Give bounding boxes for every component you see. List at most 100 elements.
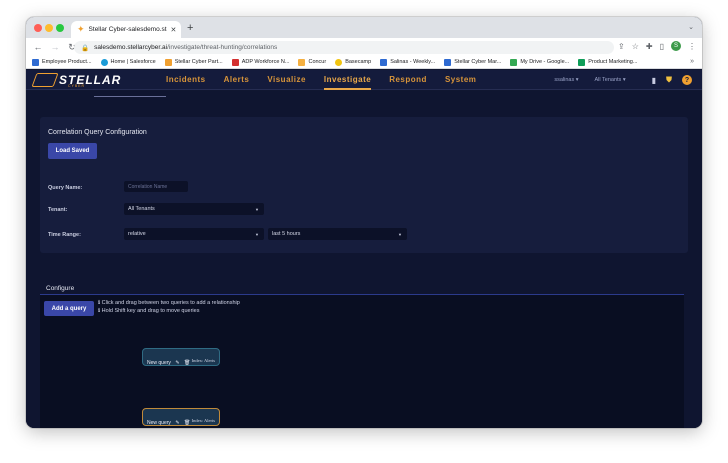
tab-strip: ✦ Stellar Cyber-salesdemo.stella ✕ + ⌄ bbox=[26, 17, 702, 38]
bookmark-item[interactable]: Salinas - Weekly... bbox=[380, 58, 436, 66]
url-path: /investigate/threat-hunting/correlations bbox=[167, 44, 278, 51]
salesforce-cloud-icon bbox=[100, 58, 108, 66]
logo-subtext: CYBER bbox=[68, 84, 86, 88]
bookmark-label: Basecamp bbox=[345, 59, 372, 65]
sidebar-icon[interactable]: ▯ bbox=[660, 42, 664, 51]
bookmark-label: My Drive - Google... bbox=[520, 59, 570, 65]
tenant-select[interactable]: All Tenants ▾ bbox=[595, 77, 626, 83]
bookmark-item[interactable]: Employee Product... bbox=[32, 58, 92, 66]
time-range-type-select[interactable]: relative ▼ bbox=[124, 228, 264, 240]
concur-icon bbox=[298, 58, 306, 66]
badge-icon[interactable]: ⛊ bbox=[666, 75, 672, 85]
browser-menu-icon[interactable]: ⋮ bbox=[688, 42, 696, 51]
main-content: Correlation Query Configuration Load Sav… bbox=[26, 91, 702, 428]
query-name-input[interactable]: Correlation Name bbox=[124, 181, 188, 192]
bookmarks-bar: Employee Product... Home | Salesforce St… bbox=[26, 56, 702, 69]
bookmark-label: Salinas - Weekly... bbox=[390, 59, 436, 65]
extensions-puzzle-icon[interactable]: ✚ bbox=[646, 42, 653, 51]
tab-title: Stellar Cyber-salesdemo.stella bbox=[88, 26, 167, 33]
document-icon bbox=[380, 58, 388, 66]
bookmark-item[interactable]: Product Marketing... bbox=[578, 58, 638, 66]
delete-icon[interactable]: 🗑 bbox=[184, 360, 190, 366]
tenant-select[interactable]: All Tenants ▼ bbox=[124, 203, 264, 215]
query-node-title: New query bbox=[147, 360, 171, 366]
bookmark-label: Concur bbox=[308, 59, 327, 65]
bookmark-item[interactable]: ADP Workforce N... bbox=[231, 58, 290, 66]
panel-title: Correlation Query Configuration bbox=[48, 129, 147, 136]
menu-respond[interactable]: Respond bbox=[389, 70, 427, 90]
menu-alerts[interactable]: Alerts bbox=[224, 70, 250, 90]
navbar-right: ssalinas ▾ All Tenants ▾ ▮ ⛊ ? bbox=[554, 70, 692, 90]
bookmark-label: ADP Workforce N... bbox=[241, 59, 290, 65]
app-navbar: STELLAR CYBER Incidents Alerts Visualize… bbox=[26, 70, 702, 90]
close-window-button[interactable] bbox=[34, 24, 42, 32]
caret-down-icon: ▼ bbox=[398, 231, 402, 237]
share-icon[interactable]: ⇪ bbox=[618, 42, 625, 51]
main-menu: Incidents Alerts Visualize Investigate R… bbox=[166, 70, 494, 90]
caret-down-icon: ▼ bbox=[255, 231, 259, 237]
bookmark-icon[interactable]: ▮ bbox=[652, 76, 656, 85]
menu-system[interactable]: System bbox=[445, 70, 476, 90]
bookmark-label: Product Marketing... bbox=[588, 59, 638, 65]
edit-icon[interactable]: ✎ bbox=[175, 420, 179, 426]
help-icon[interactable]: ? bbox=[682, 75, 692, 85]
menu-investigate[interactable]: Investigate bbox=[323, 70, 372, 90]
bookmark-favicon-icon bbox=[32, 58, 39, 66]
query-node-index: Index: Alerts bbox=[191, 358, 215, 363]
query-name-label: Query Name: bbox=[48, 185, 83, 191]
load-saved-button[interactable]: Load Saved bbox=[48, 143, 97, 159]
bookmark-label: Employee Product... bbox=[42, 59, 92, 65]
adp-icon bbox=[231, 58, 239, 66]
delete-icon[interactable]: 🗑 bbox=[184, 420, 190, 426]
bookmark-item[interactable]: Stellar Cyber Mar... bbox=[444, 58, 501, 66]
canvas-tabs: Configure bbox=[40, 277, 81, 297]
hint-relationship: ℹ Click and drag between two queries to … bbox=[98, 300, 240, 306]
close-tab-icon[interactable]: ✕ bbox=[171, 26, 177, 34]
forward-arrow-icon[interactable]: → bbox=[50, 42, 60, 52]
tenant-label: Tenant: bbox=[48, 207, 68, 213]
bookmark-item[interactable]: Home | Salesforce bbox=[100, 58, 156, 66]
time-range-period-value: last 5 hours bbox=[272, 231, 301, 237]
hint-move: ℹ Hold Shift key and drag to move querie… bbox=[98, 308, 200, 314]
logo-mark-icon bbox=[31, 73, 59, 87]
correlation-config-panel: Correlation Query Configuration Load Sav… bbox=[40, 117, 688, 253]
menu-visualize[interactable]: Visualize bbox=[267, 70, 306, 90]
url-host: salesdemo.stellarcyber.ai bbox=[94, 44, 168, 51]
menu-incidents[interactable]: Incidents bbox=[166, 70, 206, 90]
basecamp-icon bbox=[335, 58, 343, 66]
user-select[interactable]: ssalinas ▾ bbox=[554, 77, 578, 83]
query-node[interactable]: New query ✎ 🗑 Index: Alerts bbox=[142, 408, 220, 426]
sheets-icon bbox=[578, 58, 586, 66]
bookmark-item[interactable]: Concur bbox=[298, 58, 327, 66]
profile-avatar[interactable]: S bbox=[671, 41, 681, 51]
query-node[interactable]: New query ✎ 🗑 Index: Alerts bbox=[142, 348, 220, 366]
time-range-period-select[interactable]: last 5 hours ▼ bbox=[268, 228, 407, 240]
tab-search-chevron-icon[interactable]: ⌄ bbox=[688, 23, 694, 31]
add-query-button[interactable]: Add a query bbox=[44, 301, 94, 316]
bookmark-label: Home | Salesforce bbox=[110, 59, 156, 65]
time-range-label: Time Range: bbox=[48, 232, 81, 238]
query-canvas[interactable]: Add a query ℹ Click and drag between two… bbox=[40, 294, 684, 428]
tenant-value: All Tenants bbox=[128, 206, 155, 212]
query-node-title: New query bbox=[147, 420, 171, 426]
bookmark-item[interactable]: My Drive - Google... bbox=[510, 58, 570, 66]
query-node-index: Index: Alerts bbox=[191, 418, 215, 423]
edit-icon[interactable]: ✎ bbox=[175, 360, 179, 366]
browser-tab[interactable]: ✦ Stellar Cyber-salesdemo.stella ✕ bbox=[71, 21, 181, 38]
bookmark-item[interactable]: Basecamp bbox=[335, 58, 372, 66]
bookmark-label: Stellar Cyber Part... bbox=[174, 59, 223, 65]
stellar-bookmark-icon bbox=[444, 58, 452, 66]
maximize-window-button[interactable] bbox=[56, 24, 64, 32]
browser-window: ✦ Stellar Cyber-salesdemo.stella ✕ + ⌄ ←… bbox=[26, 17, 702, 428]
stellar-bookmark-icon bbox=[164, 58, 172, 66]
stellar-favicon-icon: ✦ bbox=[77, 24, 85, 34]
new-tab-button[interactable]: + bbox=[187, 22, 193, 34]
toolbar-actions: ⇪ ☆ ✚ ▯ S ⋮ bbox=[618, 41, 696, 51]
bookmarks-overflow-icon[interactable]: » bbox=[690, 58, 694, 65]
caret-down-icon: ▼ bbox=[255, 206, 259, 212]
address-bar[interactable]: 🔒 salesdemo.stellarcyber.ai /investigate… bbox=[74, 41, 614, 54]
minimize-window-button[interactable] bbox=[45, 24, 53, 32]
bookmark-item[interactable]: Stellar Cyber Part... bbox=[164, 58, 223, 66]
bookmark-star-icon[interactable]: ☆ bbox=[632, 42, 639, 51]
back-arrow-icon[interactable]: ← bbox=[33, 42, 43, 52]
